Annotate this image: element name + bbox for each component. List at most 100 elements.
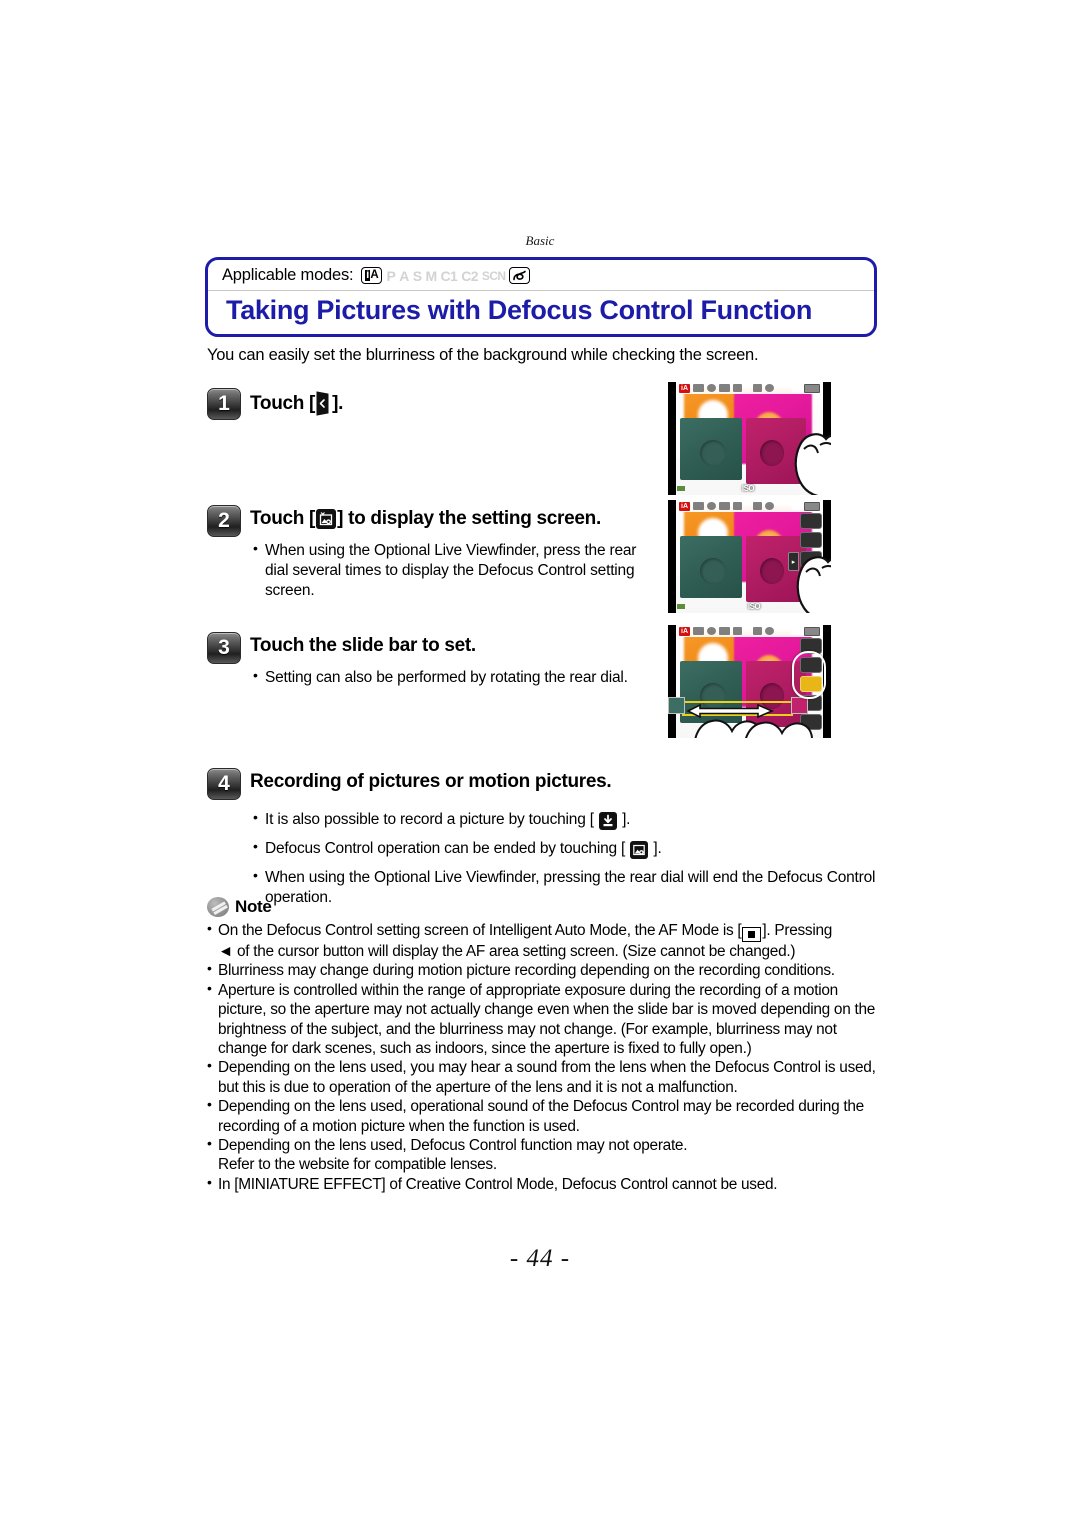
scene-darkpink-hole bbox=[760, 558, 784, 584]
scene-green-hole bbox=[700, 558, 726, 584]
scene-green-hole bbox=[700, 440, 726, 466]
step-4-bullet-2: Defocus Control operation can be ended b… bbox=[252, 838, 882, 859]
step-4-title: Recording of pictures or motion pictures… bbox=[250, 771, 612, 792]
mode-scn-icon: SCN bbox=[481, 268, 506, 283]
running-head: Basic bbox=[525, 233, 555, 248]
note-title: Note bbox=[235, 897, 272, 916]
osd-metering-icon bbox=[707, 502, 716, 510]
note-block: Note On the Defocus Control setting scre… bbox=[207, 897, 879, 1194]
defocus-control-icon bbox=[316, 509, 337, 529]
note-item-5: Depending on the lens used, operational … bbox=[207, 1096, 879, 1136]
osd-bottom-left-icons bbox=[677, 486, 685, 491]
step-2-number: 2 bbox=[207, 505, 241, 537]
step-2-body: When using the Optional Live Viewfinder,… bbox=[252, 540, 652, 600]
step-1-title-before: Touch [ bbox=[250, 392, 316, 414]
note-item-1-part-3: ]. Pressing bbox=[762, 922, 833, 939]
lcd-osd-top-bar-1: iA bbox=[676, 382, 823, 394]
osd-quality-icon bbox=[693, 502, 704, 510]
mode-ia-icon: iA bbox=[361, 267, 383, 284]
step-2-title-before: Touch [ bbox=[250, 508, 316, 529]
step-4-bullet-1-before: It is also possible to record a picture … bbox=[265, 811, 594, 828]
osd-battery-icon bbox=[804, 626, 820, 636]
osd-mode-badge: iA bbox=[679, 626, 690, 636]
osd-card-icon bbox=[733, 502, 742, 510]
note-item-6: Depending on the lens used, Defocus Cont… bbox=[207, 1135, 879, 1175]
osd-stabilizer-icon bbox=[765, 502, 774, 510]
step-4-head: 4 Recording of pictures or motion pictur… bbox=[207, 768, 887, 800]
step-3-title: Touch the slide bar to set. bbox=[250, 635, 476, 656]
mode-icon-list: iA P A S M C1 C2 SCN bbox=[361, 267, 531, 284]
mode-c1-icon: C1 bbox=[440, 267, 458, 284]
osd-bottom-left-icons bbox=[677, 604, 685, 609]
applicable-modes-row: Applicable modes: iA P A S M C1 C2 SCN bbox=[208, 260, 874, 291]
note-item-1: On the Defocus Control setting screen of… bbox=[207, 920, 879, 961]
osd-card-icon bbox=[733, 384, 742, 392]
step-3: 3 Touch the slide bar to set. Setting ca… bbox=[207, 632, 657, 691]
note-list: On the Defocus Control setting screen of… bbox=[207, 920, 879, 1194]
note-pencil-icon bbox=[207, 897, 229, 917]
osd-iso-label: ISO bbox=[741, 484, 755, 493]
step-2: 2 Touch [ ] to display the setting scree… bbox=[207, 505, 657, 603]
note-item-6-cont: Refer to the website for compatible lens… bbox=[218, 1156, 497, 1174]
osd-card-icon bbox=[733, 627, 742, 635]
osd-picture-size-icon bbox=[719, 384, 730, 392]
page-number: - 44 - bbox=[509, 1245, 571, 1272]
applicable-modes-label: Applicable modes: bbox=[222, 266, 354, 284]
osd-iso-label: ISO bbox=[747, 602, 761, 611]
touch-tab-icon bbox=[316, 391, 331, 416]
figure-lcd-touch-right-edge: iA ISO bbox=[668, 382, 831, 495]
manual-page: Basic Applicable modes: iA P A S M C1 C2… bbox=[0, 0, 1080, 1526]
osd-picture-size-icon bbox=[719, 627, 730, 635]
osd-metering-icon bbox=[707, 384, 716, 392]
osd-mode-badge: iA bbox=[679, 501, 690, 511]
osd-lock-icon bbox=[753, 502, 762, 510]
lcd-osd-top-bar-2: iA bbox=[676, 500, 823, 512]
intro-text: You can easily set the blurriness of the… bbox=[207, 346, 759, 364]
note-item-6-text: Depending on the lens used, Defocus Cont… bbox=[218, 1137, 688, 1155]
slide-bar-left-end[interactable] bbox=[668, 697, 685, 714]
osd-lock-icon bbox=[753, 627, 762, 635]
osd-af-icon bbox=[677, 604, 685, 609]
osd-picture-size-icon bbox=[719, 502, 730, 510]
defocus-control-off-icon bbox=[630, 841, 649, 859]
step-4-bullet-2-after: ]. bbox=[653, 840, 662, 857]
note-item-4: Depending on the lens used, you may hear… bbox=[207, 1057, 879, 1097]
touch-tab-exposure[interactable] bbox=[800, 532, 822, 548]
mode-m-icon: M bbox=[425, 267, 437, 284]
step-1-head: 1 Touch [ ]. bbox=[207, 388, 637, 420]
step-4-number: 4 bbox=[207, 768, 241, 800]
osd-battery-icon bbox=[804, 383, 820, 393]
hand-swipe-pointer-3 bbox=[686, 701, 816, 738]
osd-stabilizer-icon bbox=[765, 627, 774, 635]
touch-tab-zoom[interactable] bbox=[800, 513, 822, 529]
osd-lock-icon bbox=[753, 384, 762, 392]
lcd-osd-top-bar-3: iA bbox=[676, 625, 823, 637]
mode-s-icon: S bbox=[412, 267, 422, 284]
step-4-bullet-1: It is also possible to record a picture … bbox=[252, 809, 882, 830]
step-2-bullet-1: When using the Optional Live Viewfinder,… bbox=[252, 540, 652, 600]
title-box: Applicable modes: iA P A S M C1 C2 SCN T… bbox=[205, 257, 877, 337]
scene-darkpink-hole bbox=[760, 440, 784, 466]
figure-lcd-touch-tab-menu: iA ▸ ISO bbox=[668, 500, 831, 613]
step-1-title-after: ]. bbox=[332, 392, 344, 414]
osd-metering-icon bbox=[707, 627, 716, 635]
step-4-body: It is also possible to record a picture … bbox=[252, 809, 882, 908]
osd-quality-icon bbox=[693, 627, 704, 635]
step-2-title-after: ] to display the setting screen. bbox=[337, 508, 601, 529]
note-item-1-cont: ◄ of the cursor button will display the … bbox=[218, 943, 796, 960]
mode-a-icon: A bbox=[399, 267, 409, 284]
step-1-number: 1 bbox=[207, 388, 241, 420]
step-2-title: Touch [ ] to display the setting screen. bbox=[250, 505, 601, 530]
mode-p-icon: P bbox=[386, 267, 396, 284]
osd-quality-icon bbox=[693, 384, 704, 392]
page-title: Taking Pictures with Defocus Control Fun… bbox=[226, 295, 813, 325]
step-1-title: Touch [ ]. bbox=[250, 388, 343, 416]
step-2-head: 2 Touch [ ] to display the setting scree… bbox=[207, 505, 657, 537]
step-1: 1 Touch [ ]. bbox=[207, 388, 637, 420]
hand-touch-pointer-1 bbox=[786, 425, 831, 495]
osd-stabilizer-icon bbox=[765, 384, 774, 392]
step-4-bullet-2-before: Defocus Control operation can be ended b… bbox=[265, 840, 626, 857]
step-4-bullet-1-after: ]. bbox=[622, 811, 631, 828]
note-head: Note bbox=[207, 897, 879, 917]
selection-highlight-ring bbox=[792, 651, 826, 699]
